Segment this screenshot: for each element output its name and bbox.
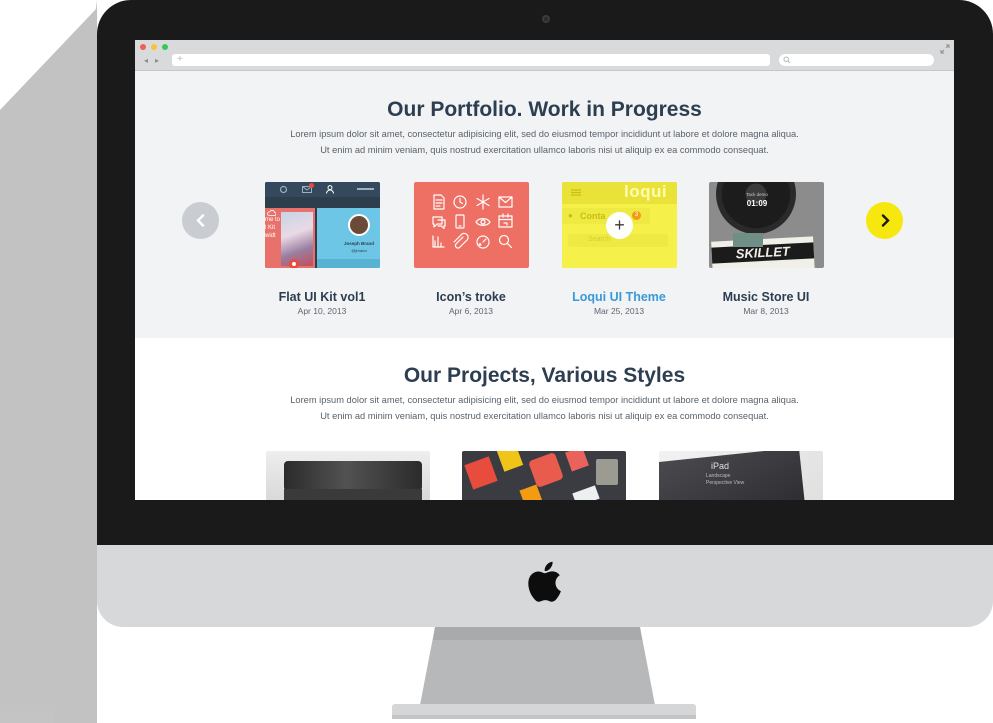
portfolio-title: Our Portfolio. Work in Progress	[387, 98, 702, 121]
new-tab-icon[interactable]: +	[177, 54, 183, 66]
note-icon	[496, 451, 524, 472]
eye-icon	[475, 218, 491, 226]
minimize-window-button[interactable]	[151, 44, 157, 50]
calendar-icon	[498, 213, 513, 228]
vinyl-record	[716, 182, 796, 234]
notification-badge	[309, 183, 314, 188]
album-card: SKILLET	[711, 236, 815, 268]
card-photo	[281, 212, 313, 266]
portfolio-item-title[interactable]: Flat UI Kit vol1	[247, 290, 397, 304]
projects-description-2: Ut enim ad minim veniam, quis nostrud ex…	[320, 411, 769, 421]
projects-title: Our Projects, Various Styles	[403, 364, 686, 387]
portfolio-item-date: Mar 8, 2013	[743, 306, 789, 316]
user-icon	[326, 185, 334, 194]
chat-icon	[432, 216, 446, 230]
search-icon	[783, 56, 791, 64]
loqui-tab-label: Conta	[580, 211, 606, 221]
portfolio-item-title-active[interactable]: Loqui UI Theme	[544, 290, 694, 304]
back-arrow-icon[interactable]: ◂	[144, 57, 148, 65]
menu-line	[357, 188, 374, 190]
store-icon	[464, 456, 498, 490]
ipad-sub2: Perspective View	[706, 480, 745, 486]
project-thumb-flat-icons[interactable]	[462, 451, 626, 500]
user-icon: ●	[568, 211, 573, 220]
apple-logo-icon	[528, 561, 561, 602]
track-time: 01:09	[746, 199, 768, 208]
maximize-window-button[interactable]	[162, 44, 168, 50]
webcam	[542, 15, 550, 23]
view-project-button[interactable]: +	[606, 212, 633, 239]
portfolio-item-date: Apr 6, 2013	[449, 306, 493, 316]
envelope-icon	[498, 196, 513, 208]
trash-icon	[596, 459, 618, 485]
clock-icon	[453, 195, 467, 209]
carousel-prev-button[interactable]	[182, 202, 219, 239]
ipad-screen	[659, 451, 807, 500]
loqui-badge: 3	[632, 211, 641, 220]
magnifier-icon	[498, 234, 513, 249]
record-button	[289, 259, 299, 268]
monitor-chin	[97, 545, 993, 627]
portfolio-item-date: Mar 25, 2013	[593, 306, 645, 316]
bag-icon	[565, 451, 589, 472]
ipad-sub1: Landscape	[706, 473, 731, 479]
portfolio-item-music-store-ui[interactable]: Tack demo 01:09 SKILLET	[709, 182, 824, 268]
icon-grid	[432, 194, 513, 249]
chevron-right-icon	[881, 214, 890, 227]
cloud-icon	[267, 210, 276, 216]
list-icon	[571, 189, 581, 196]
browser-toolbar: ◂ ▸ +	[135, 40, 954, 71]
fullscreen-icon[interactable]	[940, 44, 950, 54]
phone-icon	[455, 214, 465, 229]
profile-handle: @jbrand	[351, 248, 367, 253]
portfolio-item-flat-ui-kit[interactable]: me to l Kit widt Joseph Brand @jbrand	[265, 182, 380, 268]
card-profile-panel: Joseph Brand @jbrand	[317, 208, 380, 268]
portfolio-section: Our Portfolio. Work in Progress Lorem ip…	[135, 71, 954, 338]
bar-chart-icon	[432, 235, 445, 248]
snowflake-icon	[476, 194, 490, 210]
portfolio-description-1: Lorem ipsum dolor sit amet, consectetur …	[290, 129, 799, 139]
loqui-brand: loqui	[624, 182, 668, 201]
chevron-left-icon	[196, 214, 205, 227]
cup-body	[284, 489, 422, 500]
portfolio-description-2: Ut enim ad minim veniam, quis nostrud ex…	[320, 145, 769, 155]
portfolio-item-title[interactable]: Icon’s troke	[396, 290, 546, 304]
portfolio-item-date: Apr 10, 2013	[297, 306, 347, 316]
avatar	[348, 214, 370, 236]
portfolio-item-loqui-ui-theme[interactable]: loqui ● Conta 3 Search +	[562, 182, 677, 268]
portfolio-item-title[interactable]: Music Store UI	[691, 290, 841, 304]
browser-search-field[interactable]	[779, 54, 934, 66]
profile-footer	[317, 259, 380, 268]
card-icon	[572, 485, 600, 500]
forward-arrow-icon[interactable]: ▸	[155, 57, 159, 65]
cup-lid	[284, 461, 422, 491]
paperclip-icon	[453, 232, 469, 249]
project-thumb-ipad[interactable]: iPad Landscape Perspective View	[659, 451, 823, 500]
plus-icon: +	[614, 215, 625, 235]
carousel-next-button[interactable]	[866, 202, 903, 239]
ipad-label: iPad	[711, 461, 730, 471]
gear-icon	[279, 185, 288, 194]
profile-name: Joseph Brand	[343, 241, 374, 246]
portfolio-item-icons-troke[interactable]	[414, 182, 529, 268]
document-icon	[433, 194, 445, 210]
screen: ◂ ▸ + Our Portfolio. Work in Progress Lo…	[135, 40, 954, 500]
track-label: Tack demo	[746, 192, 768, 197]
app-icon	[528, 452, 564, 488]
dial-icon	[476, 235, 490, 249]
address-bar[interactable]	[172, 54, 770, 66]
album-art	[733, 233, 763, 247]
projects-description-1: Lorem ipsum dolor sit amet, consectetur …	[290, 395, 799, 405]
project-thumb-coffee-cup[interactable]	[266, 451, 430, 500]
close-window-button[interactable]	[140, 44, 146, 50]
